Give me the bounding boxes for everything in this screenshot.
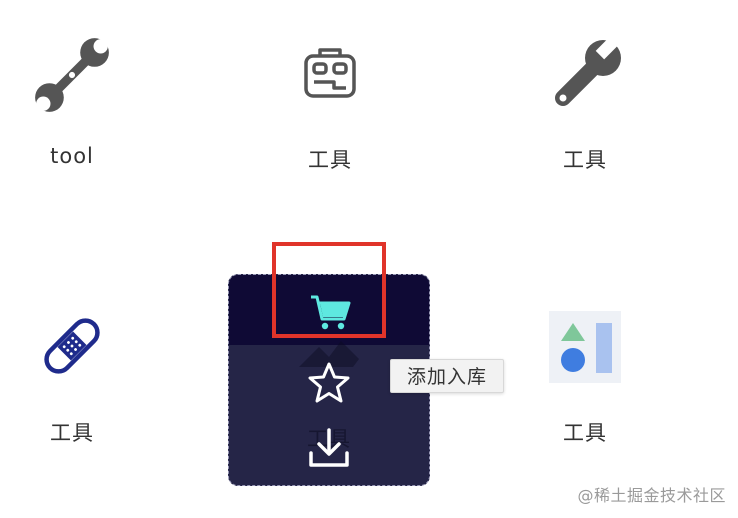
tool-card-label: 工具	[563, 421, 607, 445]
tool-card-label: 工具	[308, 148, 352, 172]
tool-card-3[interactable]: 工具	[485, 30, 685, 180]
wrench-double-icon	[31, 34, 113, 120]
toolbox-icon	[300, 42, 360, 106]
tooltip: 添加入库	[390, 359, 504, 393]
bandage-icon	[39, 313, 105, 383]
tool-card-1[interactable]: tool	[0, 30, 172, 180]
highlight-box	[272, 242, 386, 338]
shapes-icon	[549, 311, 621, 387]
star-icon[interactable]	[307, 361, 351, 409]
tool-card-label: tool	[50, 144, 94, 168]
tool-card-4[interactable]: 工具	[0, 305, 172, 455]
tool-card-2[interactable]: 工具	[230, 30, 430, 180]
tool-card-label: 工具	[563, 148, 607, 172]
tool-card-6[interactable]: 工具	[485, 305, 685, 455]
download-icon[interactable]	[307, 427, 351, 473]
wrench-icon	[545, 36, 625, 120]
tool-card-label: 工具	[50, 421, 94, 445]
watermark: @稀土掘金技术社区	[577, 486, 726, 505]
